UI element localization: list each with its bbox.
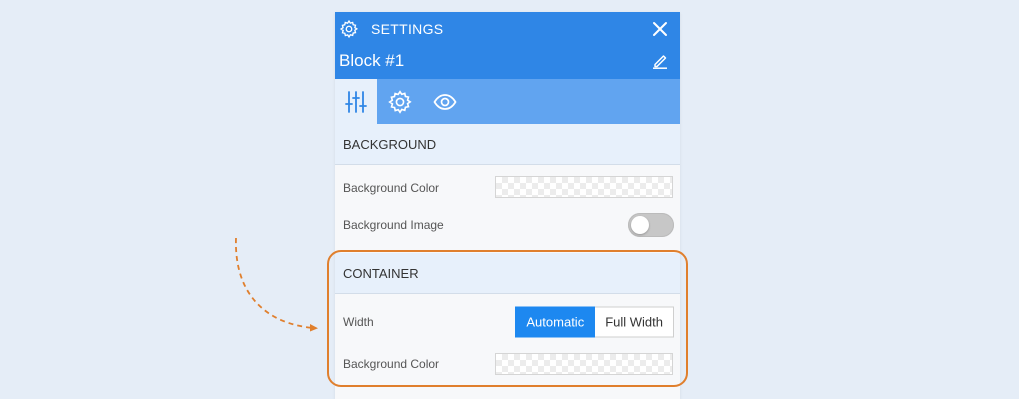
background-section: BACKGROUND Background Color Background I… bbox=[335, 124, 680, 243]
background-color-swatch[interactable] bbox=[495, 176, 673, 198]
background-color-label: Background Color bbox=[343, 180, 440, 195]
width-row: Width Automatic Full Width bbox=[335, 294, 680, 349]
panel-header: SETTINGS Block #1 bbox=[335, 12, 680, 79]
settings-panel: SETTINGS Block #1 BACKGROUND Background … bbox=[335, 12, 680, 399]
background-image-toggle[interactable] bbox=[628, 212, 674, 237]
tab-visibility[interactable] bbox=[424, 79, 466, 124]
container-color-label: Background Color bbox=[343, 357, 440, 371]
section-title-container: CONTAINER bbox=[335, 253, 680, 294]
toggle-knob bbox=[631, 215, 649, 234]
gear-icon bbox=[388, 89, 412, 114]
tab-design[interactable] bbox=[335, 79, 377, 124]
container-color-row: Background Color bbox=[335, 349, 680, 379]
tab-bar bbox=[335, 79, 680, 124]
width-selector: Automatic Full Width bbox=[515, 306, 674, 337]
pointer-arrow bbox=[235, 237, 318, 332]
container-color-swatch[interactable] bbox=[495, 353, 673, 375]
gear-icon bbox=[339, 19, 359, 39]
background-image-label: Background Image bbox=[343, 217, 444, 232]
container-section: CONTAINER Width Automatic Full Width Bac… bbox=[335, 253, 680, 379]
block-name: Block #1 bbox=[339, 51, 405, 70]
panel-title: SETTINGS bbox=[371, 21, 444, 37]
close-icon[interactable] bbox=[652, 21, 668, 37]
background-color-row: Background Color bbox=[335, 169, 680, 206]
section-title-background: BACKGROUND bbox=[335, 124, 680, 165]
width-full-button[interactable]: Full Width bbox=[595, 306, 674, 337]
sliders-icon bbox=[345, 90, 367, 113]
pencil-icon[interactable] bbox=[652, 52, 668, 69]
width-label: Width bbox=[343, 314, 374, 329]
background-image-row: Background Image bbox=[335, 206, 680, 243]
width-automatic-button[interactable]: Automatic bbox=[515, 306, 596, 337]
eye-icon bbox=[433, 93, 457, 110]
tab-settings[interactable] bbox=[379, 79, 421, 124]
